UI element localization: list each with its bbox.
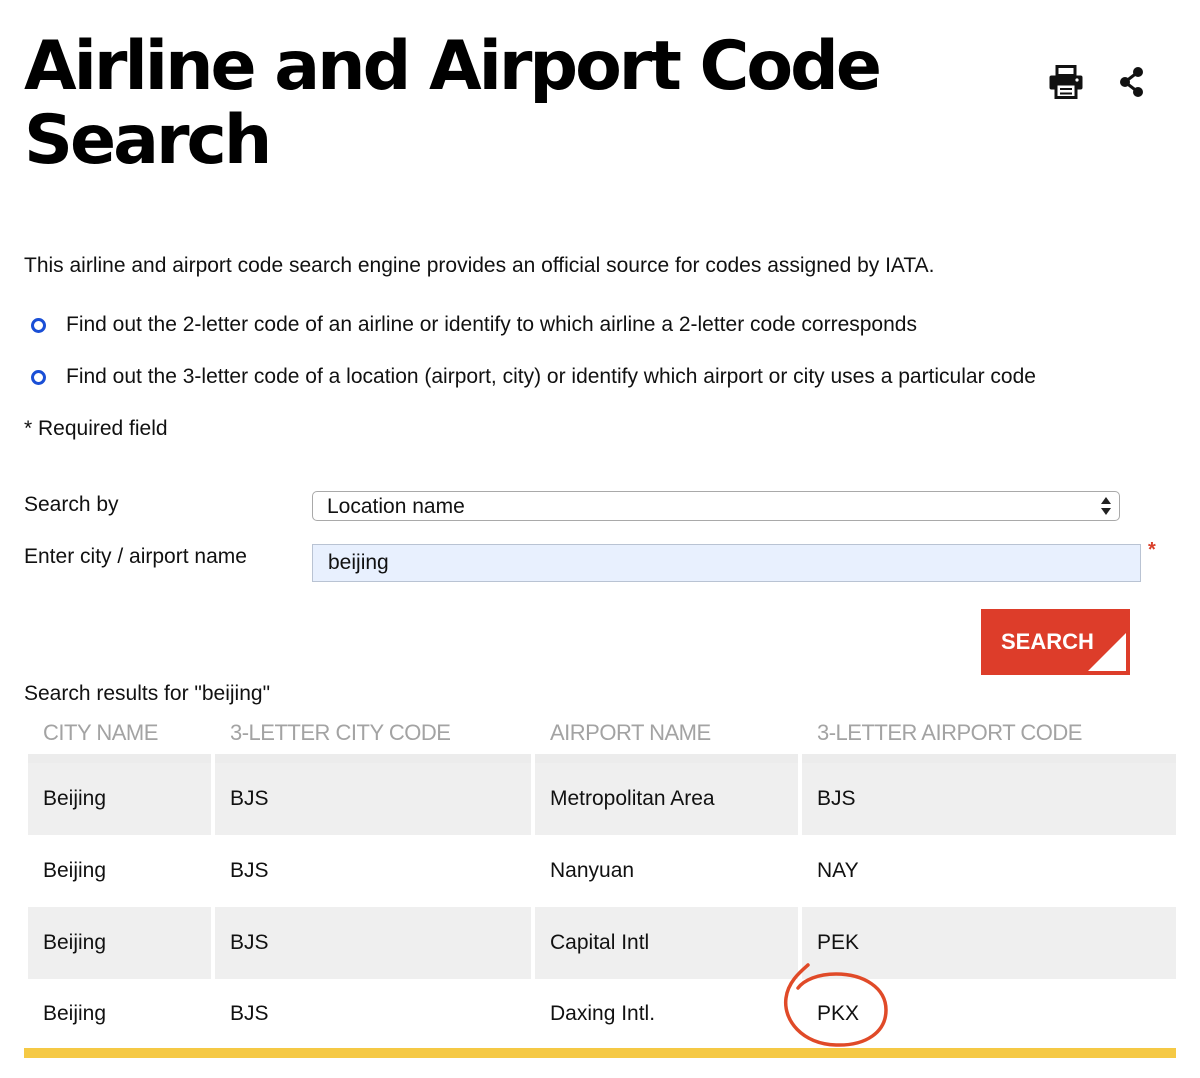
cell-city-name: Beijing (28, 835, 211, 907)
table-row: Beijing BJS Nanyuan NAY (28, 835, 1176, 907)
share-button[interactable] (1112, 62, 1152, 102)
cell-city-name: Beijing (28, 907, 211, 979)
feature-item: Find out the 2-letter code of an airline… (24, 311, 1036, 363)
required-field-note: * Required field (24, 417, 168, 440)
page-title: Airline and Airport Code Search (24, 27, 882, 180)
search-button-label: SEARCH (1001, 629, 1094, 654)
results-caption: Search results for "beijing" (24, 682, 271, 705)
results-bottom-rule (24, 1048, 1176, 1058)
search-button[interactable]: SEARCH (981, 609, 1130, 675)
cell-city-code: BJS (215, 979, 531, 1049)
cell-airport-code: PEK (802, 907, 1176, 979)
print-button[interactable] (1046, 62, 1086, 102)
button-corner-decoration (1088, 633, 1126, 671)
cell-city-name: Beijing (28, 763, 211, 835)
cell-city-name: Beijing (28, 979, 211, 1049)
printer-icon (1049, 65, 1083, 99)
page-actions (1046, 62, 1156, 102)
column-header-city-code: 3-LETTER CITY CODE (215, 712, 531, 763)
results-table: CITY NAME 3-LETTER CITY CODE AIRPORT NAM… (24, 712, 1180, 1049)
cell-airport-code: NAY (802, 835, 1176, 907)
table-row: Beijing BJS Daxing Intl. PKX (28, 979, 1176, 1049)
cell-airport-name: Daxing Intl. (535, 979, 798, 1049)
cell-city-code: BJS (215, 835, 531, 907)
cell-city-code: BJS (215, 907, 531, 979)
select-arrows-icon (1101, 497, 1111, 515)
required-marker: * (1148, 539, 1156, 561)
feature-item-text: Find out the 3-letter code of a location… (66, 365, 1036, 388)
city-airport-label: Enter city / airport name (24, 545, 247, 568)
table-row: Beijing BJS Capital Intl PEK (28, 907, 1176, 979)
intro-text: This airline and airport code search eng… (24, 254, 935, 277)
bullet-circle-icon (31, 318, 46, 333)
search-by-label: Search by (24, 493, 119, 516)
column-header-city-name: CITY NAME (28, 712, 211, 763)
cell-airport-code: BJS (802, 763, 1176, 835)
feature-list: Find out the 2-letter code of an airline… (24, 311, 1036, 415)
column-header-airport-code: 3-LETTER AIRPORT CODE (802, 712, 1176, 763)
cell-airport-name: Nanyuan (535, 835, 798, 907)
cell-city-code: BJS (215, 763, 531, 835)
search-by-select[interactable]: Location name (312, 491, 1120, 521)
share-icon (1120, 67, 1143, 97)
cell-airport-name: Metropolitan Area (535, 763, 798, 835)
table-row: Beijing BJS Metropolitan Area BJS (28, 763, 1176, 835)
bullet-circle-icon (31, 370, 46, 385)
cell-airport-name: Capital Intl (535, 907, 798, 979)
city-airport-input[interactable] (312, 544, 1141, 582)
feature-item: Find out the 3-letter code of a location… (24, 363, 1036, 415)
feature-item-text: Find out the 2-letter code of an airline… (66, 313, 917, 336)
column-header-airport-name: AIRPORT NAME (535, 712, 798, 763)
table-header-row: CITY NAME 3-LETTER CITY CODE AIRPORT NAM… (28, 712, 1176, 763)
cell-airport-code: PKX (802, 979, 1176, 1049)
search-by-selected-value: Location name (327, 495, 465, 518)
